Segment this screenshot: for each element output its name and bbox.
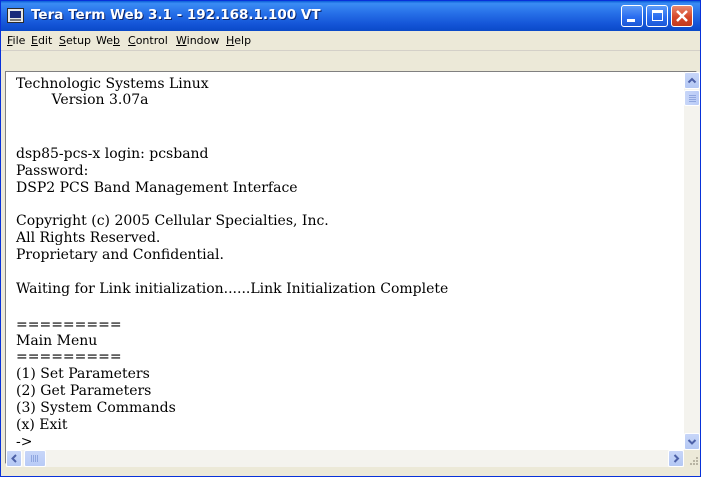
scroll-left-icon xyxy=(11,454,17,463)
resize-grip-icon xyxy=(690,457,698,465)
scroll-right-icon xyxy=(673,454,680,463)
scroll-down-icon xyxy=(687,439,697,445)
maximize-button[interactable] xyxy=(646,5,668,27)
scroll-down-button[interactable] xyxy=(684,433,700,450)
menu-edit[interactable]: Edit xyxy=(31,34,52,47)
terminal-line: All Rights Reserved. xyxy=(16,230,161,246)
window-bottom-border xyxy=(1,467,700,476)
terminal-line: Technologic Systems Linux xyxy=(16,76,209,92)
menu-control[interactable]: Control xyxy=(128,34,168,47)
minimize-icon xyxy=(627,19,635,22)
scroll-up-icon xyxy=(687,77,697,84)
terminal-line: Version 3.07a xyxy=(16,92,149,108)
menu-web[interactable]: Web xyxy=(96,34,120,47)
terminal-line: dsp85-pcs-x login: pcsband xyxy=(16,146,209,162)
terminal-line: Copyright (c) 2005 Cellular Specialties,… xyxy=(16,213,329,229)
menu-setup[interactable]: Setup xyxy=(59,34,91,47)
resize-grip[interactable] xyxy=(684,450,700,467)
vertical-scroll-thumb[interactable] xyxy=(684,90,700,106)
scroll-right-button[interactable] xyxy=(668,450,684,467)
terminal-line: Password: xyxy=(16,163,89,179)
terminal-line: (1) Set Parameters xyxy=(16,366,150,382)
window-title: Tera Term Web 3.1 - 192.168.1.100 VT xyxy=(31,7,321,23)
menu-help[interactable]: Help xyxy=(226,34,251,47)
terminal-line: (x) Exit xyxy=(16,417,68,433)
terminal-screen[interactable]: Technologic Systems Linux Version 3.07a d… xyxy=(6,74,683,450)
tera-term-window: Tera Term Web 3.1 - 192.168.1.100 VT Fil… xyxy=(0,0,701,477)
close-icon xyxy=(676,10,688,22)
terminal-line: (2) Get Parameters xyxy=(16,383,152,399)
terminal-app-icon[interactable] xyxy=(7,8,24,23)
scroll-up-button[interactable] xyxy=(684,72,700,89)
vertical-scrollbar[interactable] xyxy=(684,72,700,450)
terminal-line: DSP2 PCS Band Management Interface xyxy=(16,180,298,196)
terminal-line: -> xyxy=(16,434,33,450)
terminal-line: (3) System Commands xyxy=(16,400,176,416)
scroll-left-button[interactable] xyxy=(6,450,22,467)
maximize-icon xyxy=(652,10,663,21)
minimize-button[interactable] xyxy=(621,5,643,27)
horizontal-scroll-thumb[interactable] xyxy=(24,450,46,467)
horizontal-scrollbar[interactable] xyxy=(6,450,684,467)
close-button[interactable] xyxy=(671,5,693,27)
terminal-line: ========= xyxy=(16,317,122,333)
terminal-line: ========= xyxy=(16,349,122,365)
title-bar[interactable]: Tera Term Web 3.1 - 192.168.1.100 VT xyxy=(1,1,700,31)
terminal-line: Main Menu xyxy=(16,333,98,349)
menu-window[interactable]: Window xyxy=(176,34,219,47)
menu-file[interactable]: File xyxy=(7,34,25,47)
terminal-line: Proprietary and Confidential. xyxy=(16,247,224,263)
terminal-line: Waiting for Link initialization......Lin… xyxy=(16,281,449,297)
menu-bar: File Edit Setup Web Control Window Help xyxy=(1,31,700,51)
